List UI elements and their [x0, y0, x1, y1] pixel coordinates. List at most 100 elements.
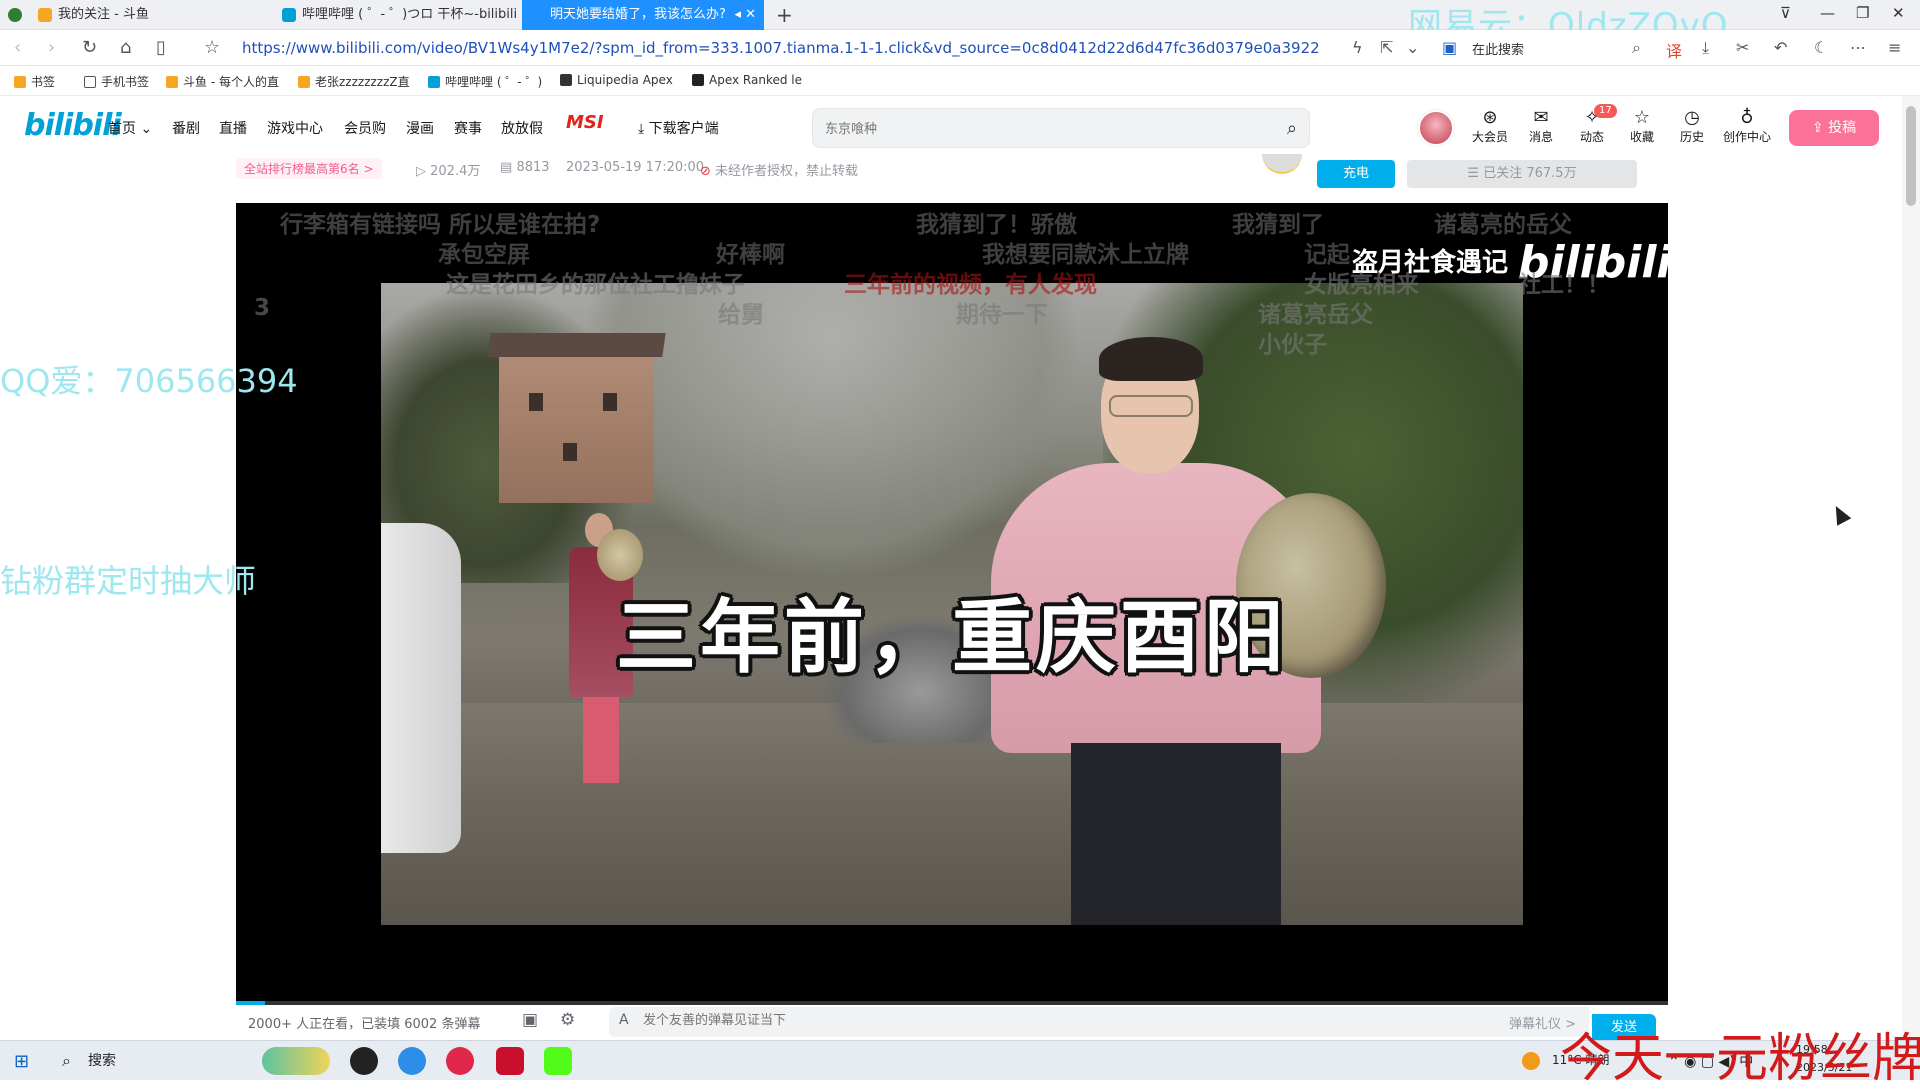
bookmark-item[interactable]: 手机书签	[84, 73, 149, 90]
copyright-notice: ⊘ 未经作者授权，禁止转载	[700, 164, 859, 179]
search-engine-label[interactable]: 在此搜索	[1472, 39, 1524, 58]
search-icon[interactable]: ⌕	[1632, 38, 1641, 58]
font-style-icon[interactable]: A	[619, 1012, 629, 1028]
nav-live[interactable]: 直播	[219, 118, 247, 138]
forward-icon[interactable]: ›	[48, 37, 55, 58]
menu-icon[interactable]: ≡	[1888, 38, 1901, 57]
tab-label: 我的关注 - 斗鱼	[58, 7, 149, 22]
download-client-link[interactable]: ⤓ 下载客户端	[638, 118, 719, 138]
header-creator-center[interactable]: ♁ 创作中心	[1720, 108, 1774, 145]
search-icon[interactable]: ⌕	[1287, 118, 1297, 139]
dropdown-icon[interactable]: ⌄	[1406, 38, 1419, 57]
browser-logo-icon	[8, 8, 22, 22]
watching-count: 2000+ 人正在看，已装填 6002 条弹幕	[248, 1017, 481, 1032]
clock-icon: ◷	[1684, 107, 1700, 128]
taskbar-browser-icon[interactable]	[398, 1047, 426, 1075]
scrollbar-thumb[interactable]	[1906, 106, 1916, 206]
site-header: bilibili 首页 ⌄ 番剧 直播 游戏中心 会员购 漫画 赛事 放放假 M…	[0, 96, 1920, 160]
header-history[interactable]: ◷ 历史	[1670, 108, 1714, 145]
page-scrollbar[interactable]	[1902, 96, 1920, 1040]
search-bar: ⌕	[812, 108, 1310, 148]
nav-anime[interactable]: 番剧	[172, 118, 200, 138]
bookmark-item[interactable]: Liquipedia Apex	[560, 73, 673, 87]
more-icon[interactable]: ⋯	[1850, 38, 1866, 57]
header-dynamic[interactable]: ✧ 17 动态	[1570, 104, 1617, 145]
new-tab-icon[interactable]: +	[776, 3, 793, 27]
undo-icon[interactable]: ↶	[1774, 38, 1787, 57]
night-mode-icon[interactable]: ☾	[1814, 38, 1828, 57]
address-bar: ‹ › ↻ ⌂ ▯ ☆ https://www.bilibili.com/vid…	[0, 30, 1920, 66]
nav-esports[interactable]: 赛事	[454, 118, 482, 138]
nav-holiday[interactable]: 放放假	[501, 118, 543, 138]
bilibili-logo[interactable]: bilibili	[24, 108, 122, 143]
nav-manga[interactable]: 漫画	[406, 118, 434, 138]
avatar[interactable]	[1418, 110, 1454, 146]
star-icon: ☆	[1633, 107, 1651, 128]
charge-button[interactable]: 充电	[1317, 160, 1395, 188]
upload-icon: ⇪	[1811, 120, 1824, 136]
man-pants	[1071, 743, 1281, 925]
danmaku-item: 3	[254, 295, 271, 321]
bookmark-item[interactable]: 书签	[14, 73, 55, 90]
progress-bar[interactable]	[236, 1001, 1668, 1005]
taskbar-widget-icon[interactable]	[262, 1047, 330, 1075]
minimize-icon[interactable]: —	[1820, 4, 1835, 22]
video-player[interactable]: 三年前，重庆酉阳 盗月社食遇记 bilibili 行李箱有链接吗 所以是谁在拍? …	[236, 203, 1668, 1005]
download-icon[interactable]: ⤓	[1702, 38, 1709, 58]
uploader-avatar[interactable]	[1262, 154, 1302, 174]
tab-video-active[interactable]: 明天她要结婚了，我该怎么办? ◂ ✕	[522, 0, 764, 30]
bookmark-star-icon[interactable]: ☆	[204, 37, 220, 58]
danmaku-toggle-icon[interactable]: ▣	[522, 1010, 538, 1030]
list-icon: ☰	[1467, 166, 1480, 181]
header-favorites[interactable]: ☆ 收藏	[1620, 108, 1664, 145]
msi-logo[interactable]: MSI	[566, 112, 604, 133]
share-icon[interactable]: ⇱	[1380, 38, 1393, 57]
bookmark-item[interactable]: 斗鱼 - 每个人的直	[166, 73, 279, 90]
header-messages[interactable]: ✉ 消息	[1519, 108, 1563, 145]
search-input[interactable]	[825, 118, 1245, 140]
tab-douyu[interactable]: 我的关注 - 斗鱼	[30, 0, 270, 30]
url-field[interactable]: https://www.bilibili.com/video/BV1Ws4y1M…	[242, 39, 1320, 57]
video-frame[interactable]: 三年前，重庆酉阳	[381, 283, 1523, 925]
home-icon[interactable]: ⌂	[120, 37, 131, 58]
rank-badge[interactable]: 全站排行榜最高第6名 >	[236, 158, 382, 179]
taskbar-netease-icon[interactable]	[446, 1047, 474, 1075]
pin-icon[interactable]: ⊽	[1780, 4, 1791, 22]
follow-button[interactable]: ☰ 已关注 767.5万	[1407, 160, 1637, 188]
tab-bilibili-home[interactable]: 哔哩哔哩 ( ゜- ゜)つロ 干杯~-bilibili	[274, 0, 520, 30]
bookmark-item[interactable]: Apex Ranked le	[692, 73, 802, 87]
screenshot-icon[interactable]: ✂	[1736, 38, 1749, 57]
restore-icon[interactable]: ❐	[1856, 4, 1869, 22]
weather-sun-icon	[1522, 1052, 1540, 1070]
nav-home[interactable]: 首页 ⌄	[108, 118, 152, 138]
lightning-icon[interactable]: ϟ	[1352, 38, 1363, 57]
bookmark-item[interactable]: 哔哩哔哩 ( ゜- ゜)	[428, 73, 542, 90]
close-tab-icon[interactable]: ◂ ✕	[734, 0, 756, 30]
back-icon[interactable]: ‹	[14, 37, 21, 58]
danmaku-item: 给舅	[718, 302, 764, 328]
nav-mall[interactable]: 会员购	[344, 118, 386, 138]
chevron-down-icon: ⌄	[140, 121, 153, 137]
refresh-icon[interactable]: ↻	[82, 37, 97, 58]
bulb-icon: ♁	[1740, 107, 1754, 128]
windows-start-icon[interactable]: ⊞	[14, 1051, 29, 1072]
close-window-icon[interactable]: ✕	[1892, 4, 1905, 22]
search-engine-icon[interactable]: ▣	[1442, 38, 1457, 57]
taskbar-apex-icon[interactable]	[496, 1047, 524, 1075]
danmaku-item: 我想要同款沐上立牌	[982, 242, 1189, 268]
translate-icon[interactable]: 译	[1666, 38, 1682, 62]
bookmark-item[interactable]: 老张zzzzzzzzZ直	[298, 73, 410, 90]
taskbar-app-icon[interactable]	[350, 1047, 378, 1075]
danmaku-item: 社工！！	[1518, 272, 1610, 298]
taskbar-search[interactable]: ⌕ 搜索	[48, 1041, 248, 1081]
apex-icon	[692, 74, 704, 86]
nav-game-center[interactable]: 游戏中心	[267, 118, 323, 138]
danmaku-settings-icon[interactable]: ⚙	[560, 1010, 575, 1030]
reader-icon[interactable]: ▯	[156, 37, 166, 58]
tab-label: 哔哩哔哩 ( ゜- ゜)つロ 干杯~-bilibili	[302, 7, 518, 22]
upload-button[interactable]: ⇪ 投稿	[1789, 110, 1879, 146]
taskbar-kick-icon[interactable]	[544, 1047, 572, 1075]
danmaku-input[interactable]	[643, 1013, 1343, 1028]
mouse-cursor	[1828, 502, 1852, 526]
header-vip[interactable]: ⊛ 大会员	[1468, 108, 1512, 145]
